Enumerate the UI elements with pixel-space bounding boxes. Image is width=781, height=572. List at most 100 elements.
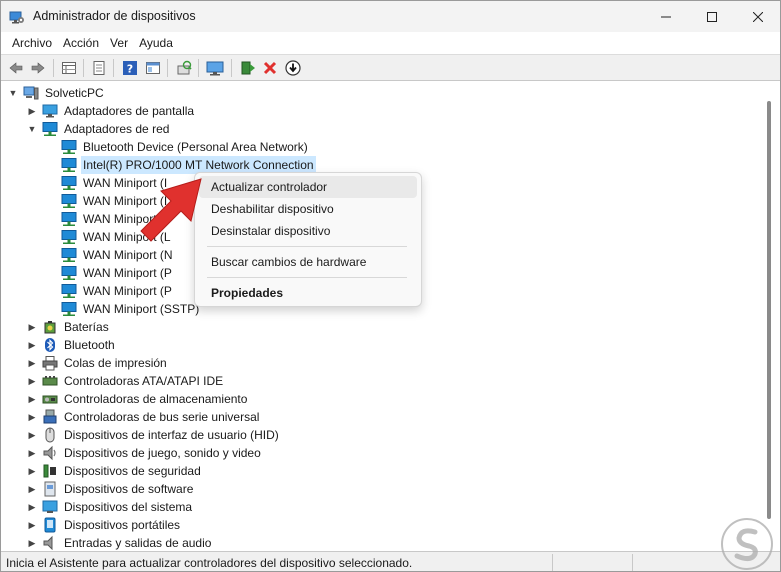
expand-chevron-icon[interactable]: ▶	[26, 318, 38, 336]
category-label: Baterías	[64, 320, 109, 334]
help-icon: ?	[123, 61, 137, 76]
monitor-button[interactable]	[205, 58, 225, 78]
help-button[interactable]: ?	[120, 58, 140, 78]
properties-menu-item[interactable]: Propiedades	[199, 282, 417, 304]
add-driver-icon	[241, 61, 255, 75]
expand-chevron-icon[interactable]: ▶	[26, 354, 38, 372]
category-sound-video[interactable]: ▶ Dispositivos de juego, sonido y video	[26, 444, 263, 462]
uninstall-device-menu-item[interactable]: Desinstalar dispositivo	[199, 220, 417, 242]
expand-chevron-icon[interactable]: ▶	[26, 480, 38, 498]
network-adapter-icon	[61, 194, 77, 208]
category-print-queues[interactable]: ▶ Colas de impresión	[26, 354, 169, 372]
maximize-button[interactable]	[689, 1, 735, 32]
category-ata-ide[interactable]: ▶ Controladoras ATA/ATAPI IDE	[26, 372, 225, 390]
back-button[interactable]	[6, 58, 26, 78]
minimize-button[interactable]	[643, 1, 689, 32]
document-icon	[93, 61, 105, 75]
category-label: Adaptadores de pantalla	[64, 104, 195, 118]
network-device-item[interactable]: WAN Miniport (P	[61, 282, 174, 300]
category-label: Adaptadores de red	[64, 122, 170, 136]
network-adapter-icon	[61, 140, 77, 154]
expand-chevron-icon[interactable]: ▶	[26, 516, 38, 534]
category-audio-io[interactable]: ▶ Entradas y salidas de audio	[26, 534, 213, 550]
status-separator	[632, 554, 633, 571]
toolbar-separator	[231, 59, 232, 77]
expand-chevron-icon[interactable]: ▶	[26, 426, 38, 444]
expand-chevron-icon[interactable]: ▶	[26, 498, 38, 516]
document-button[interactable]	[89, 58, 109, 78]
toolbar-separator	[83, 59, 84, 77]
software-device-icon	[44, 481, 56, 497]
back-arrow-icon	[9, 62, 23, 74]
expand-chevron-icon[interactable]: ▶	[26, 372, 38, 390]
svg-text:?: ?	[127, 63, 133, 76]
category-label: Dispositivos portátiles	[64, 518, 181, 532]
expand-chevron-icon[interactable]: ▶	[26, 390, 38, 408]
close-button[interactable]	[735, 1, 780, 32]
collapse-chevron-icon[interactable]: ▼	[26, 120, 38, 138]
network-adapter-icon	[61, 212, 77, 226]
network-device-item[interactable]: Bluetooth Device (Personal Area Network)	[61, 138, 310, 156]
network-device-item[interactable]: WAN Miniport (N	[61, 246, 175, 264]
category-usb-controllers[interactable]: ▶ Controladoras de bus serie universal	[26, 408, 261, 426]
uninstall-button[interactable]	[260, 58, 280, 78]
scan-hardware-button[interactable]	[174, 58, 194, 78]
expand-chevron-icon[interactable]: ▶	[26, 102, 38, 120]
scan-hardware-menu-item[interactable]: Buscar cambios de hardware	[199, 251, 417, 273]
download-button[interactable]	[283, 58, 303, 78]
network-device-label: WAN Miniport (SSTP)	[83, 302, 200, 316]
expand-chevron-icon[interactable]: ▶	[26, 444, 38, 462]
category-batteries[interactable]: ▶ Baterías	[26, 318, 111, 336]
add-driver-button[interactable]	[238, 58, 258, 78]
menu-accion[interactable]: Acción	[58, 33, 104, 53]
status-separator	[552, 554, 553, 571]
category-network-adapters[interactable]: ▼ Adaptadores de red	[26, 120, 171, 138]
status-bar: Inicia el Asistente para actualizar cont…	[1, 551, 780, 571]
category-label: Controladoras ATA/ATAPI IDE	[64, 374, 224, 388]
category-security-devices[interactable]: ▶ Dispositivos de seguridad	[26, 462, 203, 480]
network-adapter-icon	[61, 302, 77, 316]
expand-chevron-icon[interactable]: ▶	[26, 408, 38, 426]
context-menu: Actualizar controlador Deshabilitar disp…	[194, 172, 422, 307]
network-adapter-icon	[61, 230, 77, 244]
properties-view-button[interactable]	[59, 58, 79, 78]
category-label: Dispositivos de juego, sonido y video	[64, 446, 261, 460]
expand-chevron-icon[interactable]: ▶	[26, 462, 38, 480]
expand-chevron-icon[interactable]: ▶	[26, 336, 38, 354]
red-pointer-arrow-icon	[140, 178, 202, 242]
view-button[interactable]	[143, 58, 163, 78]
security-device-icon	[43, 464, 56, 478]
menu-ver[interactable]: Ver	[105, 33, 133, 53]
menu-ayuda[interactable]: Ayuda	[134, 33, 178, 53]
menu-archivo[interactable]: Archivo	[7, 33, 57, 53]
category-software-devices[interactable]: ▶ Dispositivos de software	[26, 480, 195, 498]
menu-bar: Archivo Acción Ver Ayuda	[1, 32, 780, 54]
expand-chevron-icon[interactable]: ▶	[26, 534, 38, 550]
category-system-devices[interactable]: ▶ Dispositivos del sistema	[26, 498, 194, 516]
forward-arrow-icon	[31, 62, 45, 74]
category-portable-devices[interactable]: ▶ Dispositivos portátiles	[26, 516, 182, 534]
collapse-chevron-icon[interactable]: ▼	[7, 84, 19, 102]
network-adapter-icon	[61, 176, 77, 190]
network-device-item[interactable]: WAN Miniport (SSTP)	[61, 300, 201, 318]
forward-button[interactable]	[28, 58, 48, 78]
window-title: Administrador de dispositivos	[33, 9, 196, 23]
category-storage-controllers[interactable]: ▶ Controladoras de almacenamiento	[26, 390, 249, 408]
vertical-scrollbar[interactable]	[767, 101, 771, 519]
category-hid[interactable]: ▶ Dispositivos de interfaz de usuario (H…	[26, 426, 281, 444]
controller-icon	[42, 376, 58, 386]
uninstall-icon	[263, 61, 277, 75]
tree-root[interactable]: ▼ SolveticPC	[7, 84, 106, 102]
network-device-item[interactable]: WAN Miniport (P	[61, 264, 174, 282]
device-tree[interactable]: ▼ SolveticPC ▶ Adaptadores de pantalla ▼…	[1, 82, 780, 550]
toolbar-separator	[113, 59, 114, 77]
update-driver-menu-item[interactable]: Actualizar controlador	[199, 176, 417, 198]
network-adapter-icon	[61, 266, 77, 280]
category-bluetooth[interactable]: ▶ Bluetooth	[26, 336, 117, 354]
category-label: Dispositivos de software	[64, 482, 194, 496]
disable-device-menu-item[interactable]: Deshabilitar dispositivo	[199, 198, 417, 220]
display-adapter-icon	[42, 104, 58, 118]
toolbar-separator	[198, 59, 199, 77]
category-display-adapters[interactable]: ▶ Adaptadores de pantalla	[26, 102, 196, 120]
minimize-icon	[661, 16, 671, 17]
